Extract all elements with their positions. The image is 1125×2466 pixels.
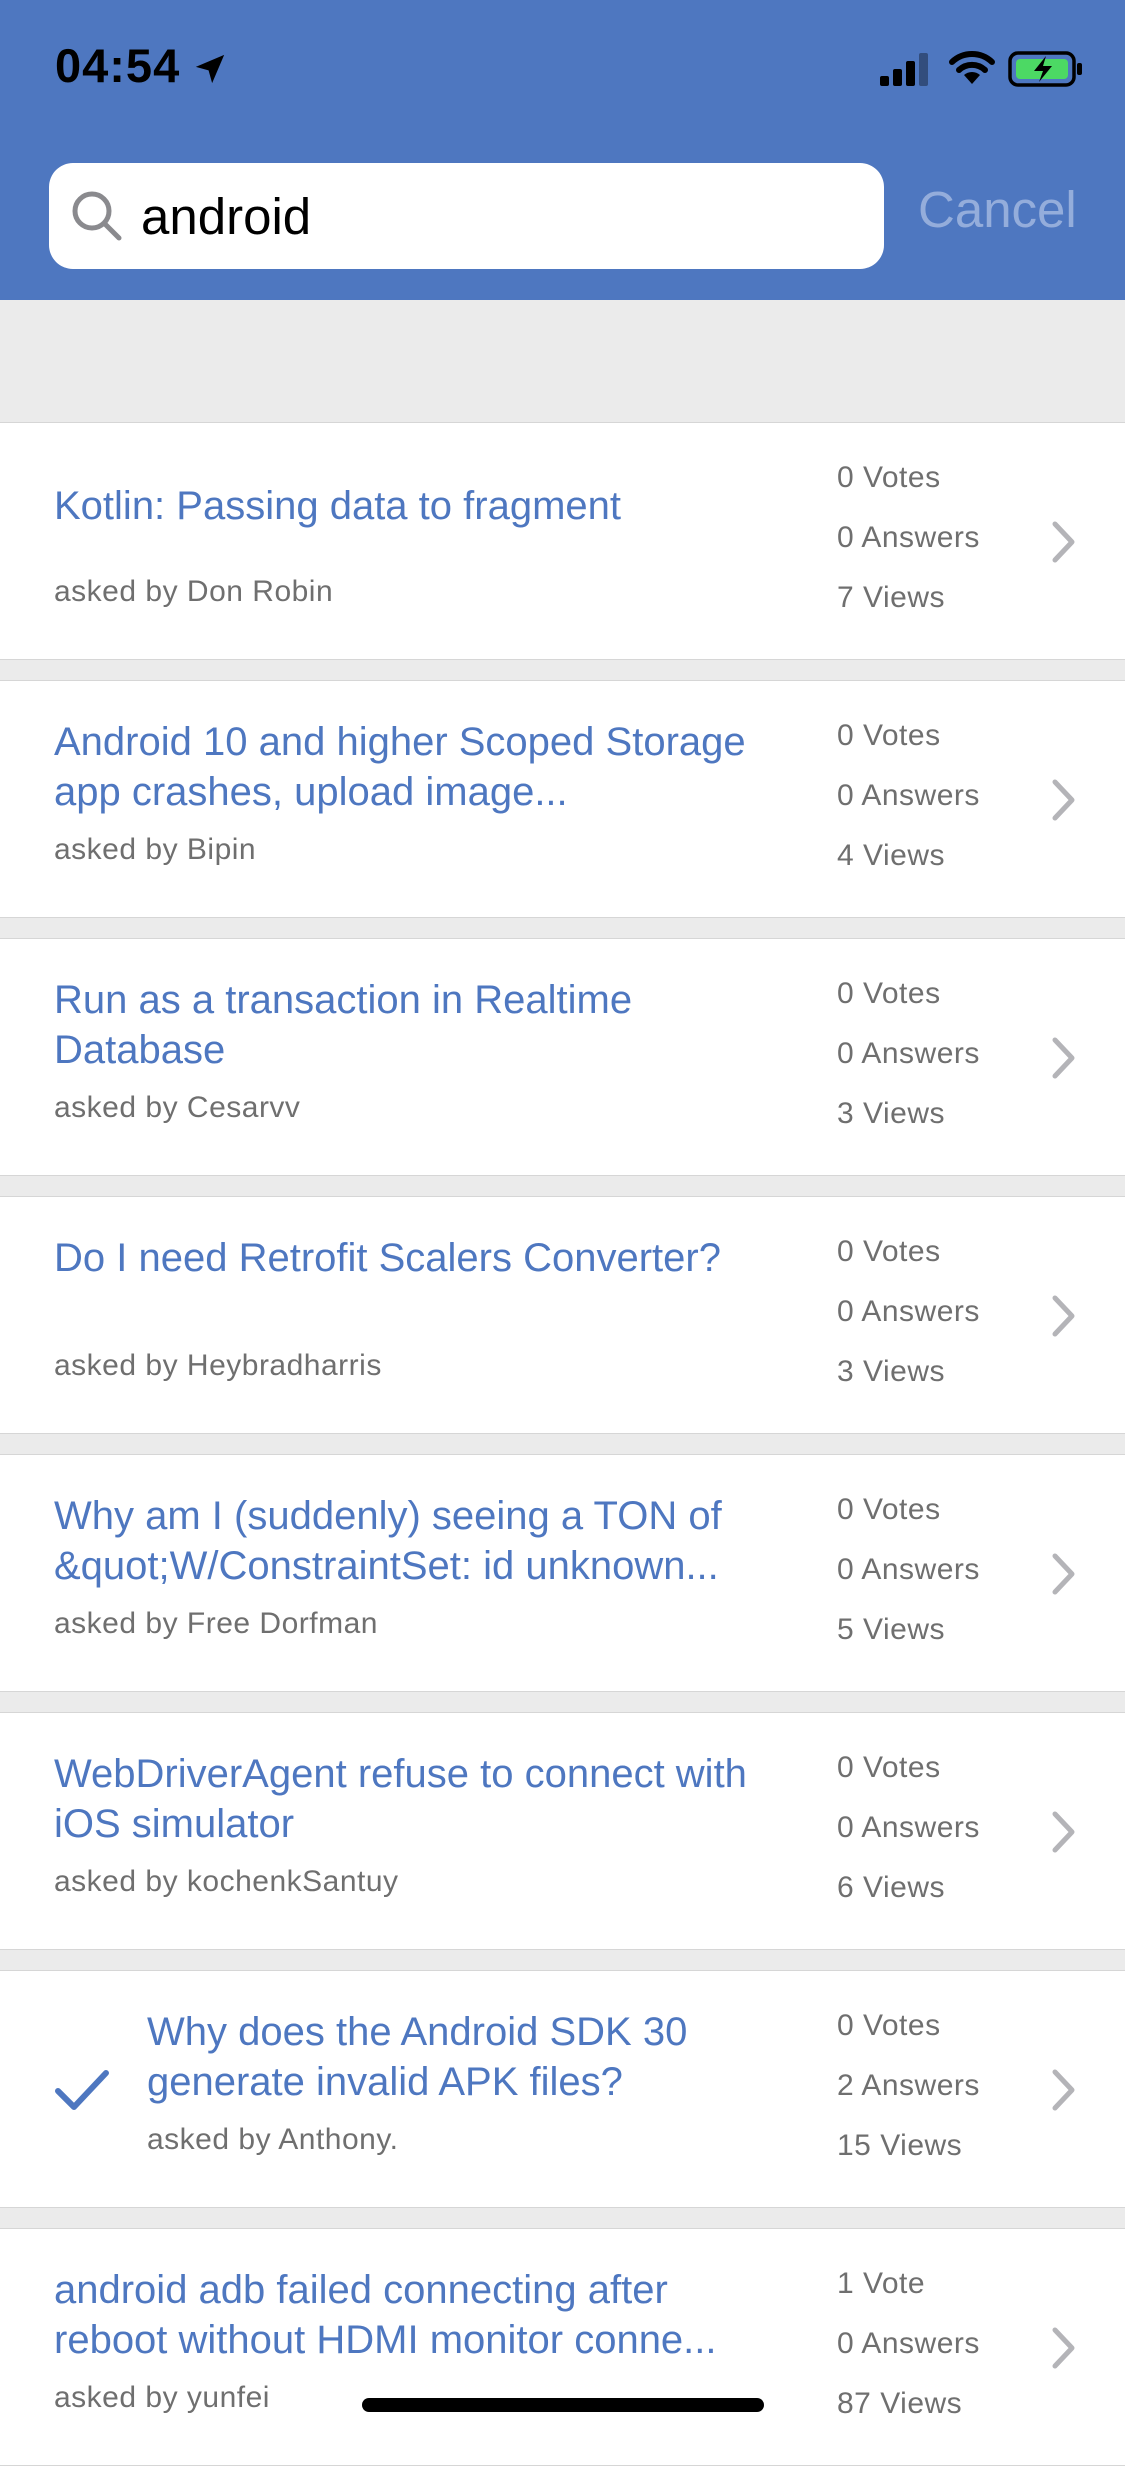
view-count: 4 Views [837, 839, 946, 872]
vote-count: 0 Votes [837, 2009, 941, 2042]
vote-count: 0 Votes [837, 461, 941, 494]
question-title[interactable]: WebDriverAgent refuse to connect with iO… [54, 1749, 784, 1849]
question-title[interactable]: android adb failed connecting after rebo… [54, 2265, 784, 2365]
checkmark-icon [55, 2070, 109, 2110]
view-count: 3 Views [837, 1097, 946, 1130]
nav-header: 04:54 Cancel [0, 0, 1125, 300]
status-time: 04:54 [55, 39, 181, 92]
vote-count: 1 Vote [837, 2267, 926, 2300]
home-indicator [362, 2398, 764, 2412]
search-field[interactable] [49, 163, 884, 269]
question-asker: asked by Anthony. [147, 2123, 399, 2156]
location-arrow-icon [195, 54, 225, 84]
chevron-right-icon [1052, 521, 1075, 563]
question-row[interactable]: Do I need Retrofit Scalers Converter? ask… [0, 1196, 1125, 1434]
answer-count: 0 Answers [837, 1811, 980, 1844]
question-row[interactable]: Kotlin: Passing data to fragment asked by… [0, 422, 1125, 660]
chevron-right-icon [1052, 2069, 1075, 2111]
wifi-icon [949, 51, 995, 84]
cancel-button[interactable]: Cancel [918, 180, 1077, 239]
vote-count: 0 Votes [837, 977, 941, 1010]
question-title[interactable]: Android 10 and higher Scoped Storage app… [54, 717, 784, 817]
question-asker: asked by Bipin [54, 833, 257, 866]
view-count: 5 Views [837, 1613, 946, 1646]
question-title[interactable]: Why does the Android SDK 30 generate inv… [147, 2007, 787, 2107]
chevron-right-icon [1052, 1811, 1075, 1853]
search-input[interactable] [141, 183, 861, 249]
view-count: 7 Views [837, 581, 946, 614]
vote-count: 0 Votes [837, 1751, 941, 1784]
view-count: 15 Views [837, 2129, 963, 2162]
question-asker: asked by Free Dorfman [54, 1607, 378, 1640]
search-icon [72, 191, 122, 241]
answer-count: 0 Answers [837, 1295, 980, 1328]
question-row[interactable]: Why am I (suddenly) seeing a TON of &quo… [0, 1454, 1125, 1692]
answer-count: 0 Answers [837, 521, 980, 554]
vote-count: 0 Votes [837, 719, 941, 752]
answer-count: 0 Answers [837, 1553, 980, 1586]
question-asker: asked by Heybradharris [54, 1349, 382, 1382]
cellular-signal-icon [880, 53, 928, 86]
vote-count: 0 Votes [837, 1235, 941, 1268]
question-title[interactable]: Why am I (suddenly) seeing a TON of &quo… [54, 1491, 784, 1591]
chevron-right-icon [1052, 1037, 1075, 1079]
vote-count: 0 Votes [837, 1493, 941, 1526]
battery-charging-icon [1008, 51, 1082, 87]
question-row[interactable]: android adb failed connecting after rebo… [0, 2228, 1125, 2466]
question-row[interactable]: Why does the Android SDK 30 generate inv… [0, 1970, 1125, 2208]
chevron-right-icon [1052, 1295, 1075, 1337]
view-count: 87 Views [837, 2387, 963, 2420]
view-count: 6 Views [837, 1871, 946, 1904]
question-title[interactable]: Kotlin: Passing data to fragment [54, 481, 784, 531]
status-bar: 04:54 [0, 0, 1125, 140]
question-title[interactable]: Run as a transaction in Realtime Databas… [54, 975, 784, 1075]
chevron-right-icon [1052, 2327, 1075, 2369]
answer-count: 0 Answers [837, 1037, 980, 1070]
question-asker: asked by yunfei [54, 2381, 270, 2414]
question-title[interactable]: Do I need Retrofit Scalers Converter? [54, 1233, 784, 1283]
answer-count: 0 Answers [837, 779, 980, 812]
view-count: 3 Views [837, 1355, 946, 1388]
chevron-right-icon [1052, 1553, 1075, 1595]
answer-count: 0 Answers [837, 2327, 980, 2360]
question-row[interactable]: Run as a transaction in Realtime Databas… [0, 938, 1125, 1176]
question-asker: asked by Cesarvv [54, 1091, 301, 1124]
answer-count: 2 Answers [837, 2069, 980, 2102]
question-row[interactable]: WebDriverAgent refuse to connect with iO… [0, 1712, 1125, 1950]
question-row[interactable]: Android 10 and higher Scoped Storage app… [0, 680, 1125, 918]
question-asker: asked by Don Robin [54, 575, 334, 608]
question-asker: asked by kochenkSantuy [54, 1865, 399, 1898]
chevron-right-icon [1052, 779, 1075, 821]
